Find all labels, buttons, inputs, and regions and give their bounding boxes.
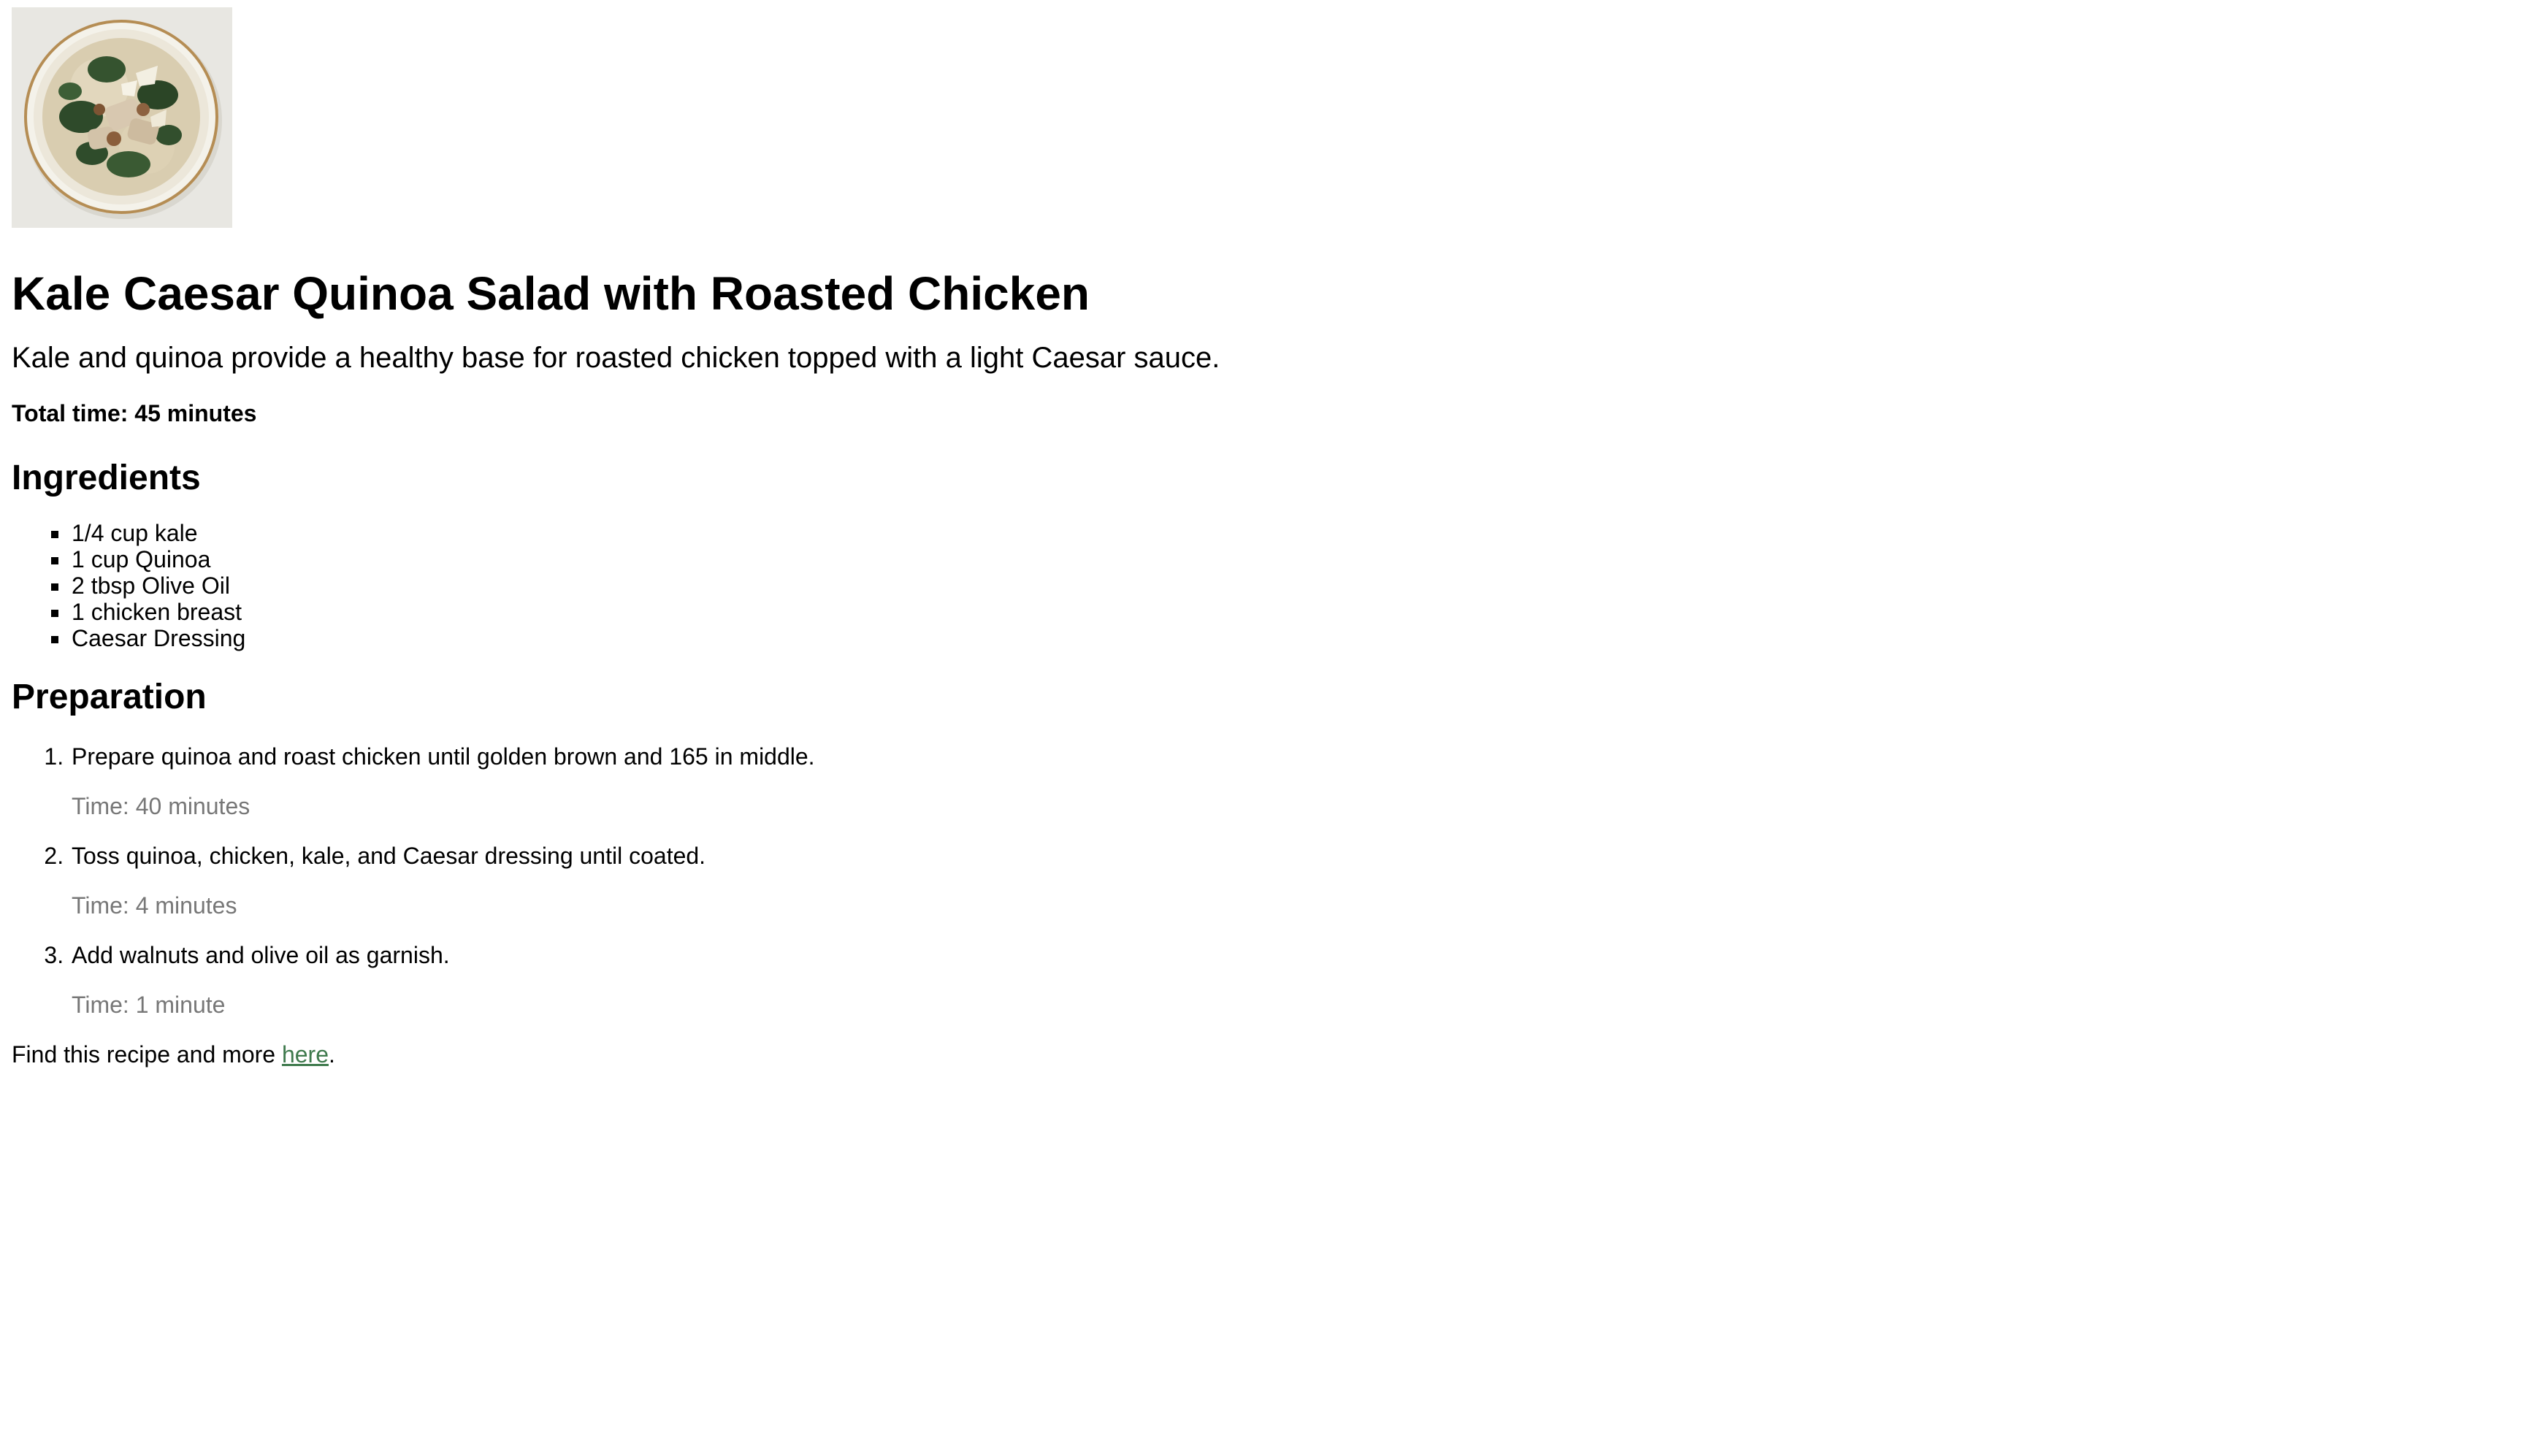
ingredient-item: 1/4 cup kale bbox=[70, 520, 2524, 546]
ingredient-item: 1 cup Quinoa bbox=[70, 546, 2524, 572]
ingredients-heading: Ingredients bbox=[12, 459, 201, 497]
ingredient-item: 2 tbsp Olive Oil bbox=[70, 572, 2524, 599]
step-time: Time: 40 minutes bbox=[72, 793, 251, 819]
footer-prefix: Find this recipe and more bbox=[12, 1041, 282, 1068]
ingredients-list: 1/4 cup kale 1 cup Quinoa 2 tbsp Olive O… bbox=[12, 520, 2524, 651]
step-time: Time: 4 minutes bbox=[72, 892, 237, 919]
step-text: Add walnuts and olive oil as garnish. bbox=[72, 942, 450, 968]
footer-note: Find this recipe and more here. bbox=[12, 1040, 2524, 1069]
step-text: Toss quinoa, chicken, kale, and Caesar d… bbox=[72, 843, 706, 869]
step-text: Prepare quinoa and roast chicken until g… bbox=[72, 743, 815, 770]
footer-suffix: . bbox=[329, 1041, 335, 1068]
recipe-title: Kale Caesar Quinoa Salad with Roasted Ch… bbox=[12, 267, 1090, 320]
total-time: Total time: 45 minutes bbox=[12, 400, 257, 426]
preparation-step: Add walnuts and olive oil as garnish. Ti… bbox=[70, 940, 2524, 1019]
preparation-step: Prepare quinoa and roast chicken until g… bbox=[70, 742, 2524, 821]
recipe-page: Kale Caesar Quinoa Salad with Roasted Ch… bbox=[0, 0, 2524, 1069]
preparation-step: Toss quinoa, chicken, kale, and Caesar d… bbox=[70, 841, 2524, 920]
recipe-description: Kale and quinoa provide a healthy base f… bbox=[12, 342, 1220, 374]
step-time: Time: 1 minute bbox=[72, 992, 226, 1018]
preparation-heading: Preparation bbox=[12, 678, 207, 716]
recipe-source-link[interactable]: here bbox=[282, 1041, 329, 1068]
recipe-image bbox=[12, 7, 232, 228]
ingredient-item: Caesar Dressing bbox=[70, 625, 2524, 651]
ingredient-item: 1 chicken breast bbox=[70, 599, 2524, 625]
preparation-steps: Prepare quinoa and roast chicken until g… bbox=[12, 742, 2524, 1019]
